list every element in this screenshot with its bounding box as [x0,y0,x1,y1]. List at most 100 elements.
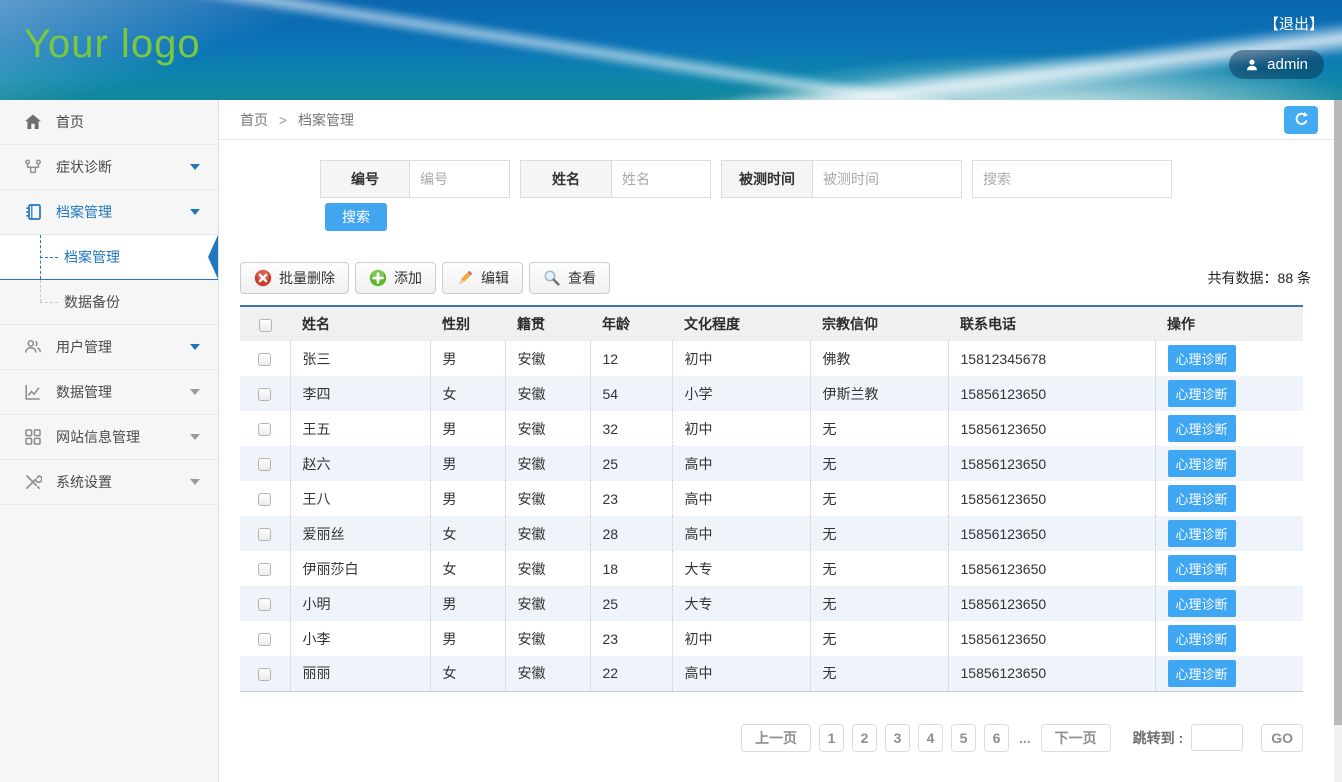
prev-page-button[interactable]: 上一页 [741,724,811,752]
sidebar-item-users[interactable]: 用户管理 [0,325,218,370]
sidebar-item-label: 网站信息管理 [56,427,140,447]
batch-delete-button[interactable]: 批量删除 [240,262,349,294]
user-badge[interactable]: admin [1229,50,1324,79]
cell-gender: 男 [430,446,505,481]
grid-icon [24,428,42,446]
breadcrumb-home[interactable]: 首页 [240,112,268,128]
sidebar-item-settings[interactable]: 系统设置 [0,460,218,505]
diagnose-button[interactable]: 心理诊断 [1168,520,1236,547]
diagnose-button[interactable]: 心理诊断 [1168,660,1236,687]
sidebar-item-label: 档案管理 [56,202,112,222]
jump-page-input[interactable] [1191,724,1243,751]
row-checkbox[interactable] [258,388,271,401]
add-button[interactable]: 添加 [355,262,436,294]
diagnose-button[interactable]: 心理诊断 [1168,415,1236,442]
active-item-marker [208,235,218,279]
cell-gender: 男 [430,481,505,516]
keyword-input[interactable] [972,160,1172,198]
page-number-button[interactable]: 6 [984,724,1009,752]
records-table: 姓名性别籍贯年龄文化程度宗教信仰联系电话操作 张三男安徽12初中佛教158123… [240,305,1303,692]
row-checkbox[interactable] [258,528,271,541]
cell-action: 心理诊断 [1155,656,1303,691]
cell-action: 心理诊断 [1155,376,1303,411]
cell-education: 高中 [672,516,810,551]
column-header: 联系电话 [948,306,1155,341]
logout-link[interactable]: 【退出】 [1264,13,1324,34]
diagnose-button[interactable]: 心理诊断 [1168,450,1236,477]
cell-gender: 男 [430,621,505,656]
content-inner: 编号 姓名 被测时间 搜索 [219,140,1342,752]
page-number-button[interactable]: 5 [951,724,976,752]
diagnose-button[interactable]: 心理诊断 [1168,625,1236,652]
diagnose-button[interactable]: 心理诊断 [1168,590,1236,617]
go-button[interactable]: GO [1261,724,1303,752]
table-row: 小明男安徽25大专无15856123650心理诊断 [240,586,1303,621]
sidebar-item-diagnosis[interactable]: 症状诊断 [0,145,218,190]
page-number-button[interactable]: 3 [885,724,910,752]
cell-gender: 男 [430,341,505,376]
scrollbar-track[interactable] [1334,100,1342,782]
cell-education: 高中 [672,446,810,481]
row-checkbox[interactable] [258,563,271,576]
column-header: 宗教信仰 [810,306,948,341]
diagnose-button[interactable]: 心理诊断 [1168,380,1236,407]
cell-education: 初中 [672,411,810,446]
page-number-button[interactable]: 1 [819,724,844,752]
number-field-group: 编号 [320,160,510,198]
number-input[interactable] [410,160,510,198]
diagnose-button[interactable]: 心理诊断 [1168,345,1236,372]
pagination: 上一页 123456 ... 下一页 跳转到 : GO [240,724,1303,752]
page-number-button[interactable]: 2 [852,724,877,752]
app-root: Your logo 【退出】 admin 首页 [0,0,1342,782]
chevron-down-icon [190,344,200,350]
cell-action: 心理诊断 [1155,341,1303,376]
select-all-checkbox[interactable] [259,319,272,332]
sidebar-subitem-archive-manage[interactable]: 档案管理 [0,235,218,280]
sidebar-item-label: 用户管理 [56,337,112,357]
sidebar-item-label: 系统设置 [56,472,112,492]
sidebar-item-data[interactable]: 数据管理 [0,370,218,415]
sidebar-item-home[interactable]: 首页 [0,100,218,145]
name-input[interactable] [612,160,711,198]
page-number-button[interactable]: 4 [918,724,943,752]
cell-phone: 15856123650 [948,411,1155,446]
scrollbar-thumb[interactable] [1334,100,1342,725]
row-checkbox[interactable] [258,598,271,611]
row-checkbox[interactable] [258,633,271,646]
diagnose-button[interactable]: 心理诊断 [1168,485,1236,512]
diagnose-button[interactable]: 心理诊断 [1168,555,1236,582]
cell-name: 王八 [290,481,430,516]
test-time-input[interactable] [813,160,962,198]
cell-origin: 安徽 [505,481,590,516]
cell-age: 18 [590,551,672,586]
search-button[interactable]: 搜索 [325,203,387,231]
cell-education: 小学 [672,376,810,411]
sidebar-subitem-data-backup[interactable]: 数据备份 [0,280,218,325]
cell-gender: 男 [430,411,505,446]
next-page-button[interactable]: 下一页 [1041,724,1111,752]
row-select-cell [240,446,290,481]
row-checkbox[interactable] [258,458,271,471]
view-button[interactable]: 查看 [529,262,610,294]
refresh-button[interactable] [1284,106,1318,134]
row-select-cell [240,586,290,621]
cell-education: 高中 [672,656,810,691]
cell-age: 32 [590,411,672,446]
sidebar-item-site-info[interactable]: 网站信息管理 [0,415,218,460]
cell-phone: 15856123650 [948,551,1155,586]
sidebar-item-archive[interactable]: 档案管理 [0,190,218,235]
row-checkbox[interactable] [258,493,271,506]
cell-religion: 无 [810,551,948,586]
row-checkbox[interactable] [258,423,271,436]
cell-origin: 安徽 [505,516,590,551]
cell-name: 赵六 [290,446,430,481]
breadcrumb-bar: 首页 > 档案管理 [219,100,1342,140]
breadcrumb-separator: > [279,112,287,128]
username: admin [1267,56,1308,73]
row-checkbox[interactable] [258,353,271,366]
row-checkbox[interactable] [258,668,271,681]
edit-button[interactable]: 编辑 [442,262,523,294]
cell-phone: 15856123650 [948,656,1155,691]
button-label: 添加 [394,268,422,288]
main-content: 首页 > 档案管理 编号 [219,100,1342,782]
